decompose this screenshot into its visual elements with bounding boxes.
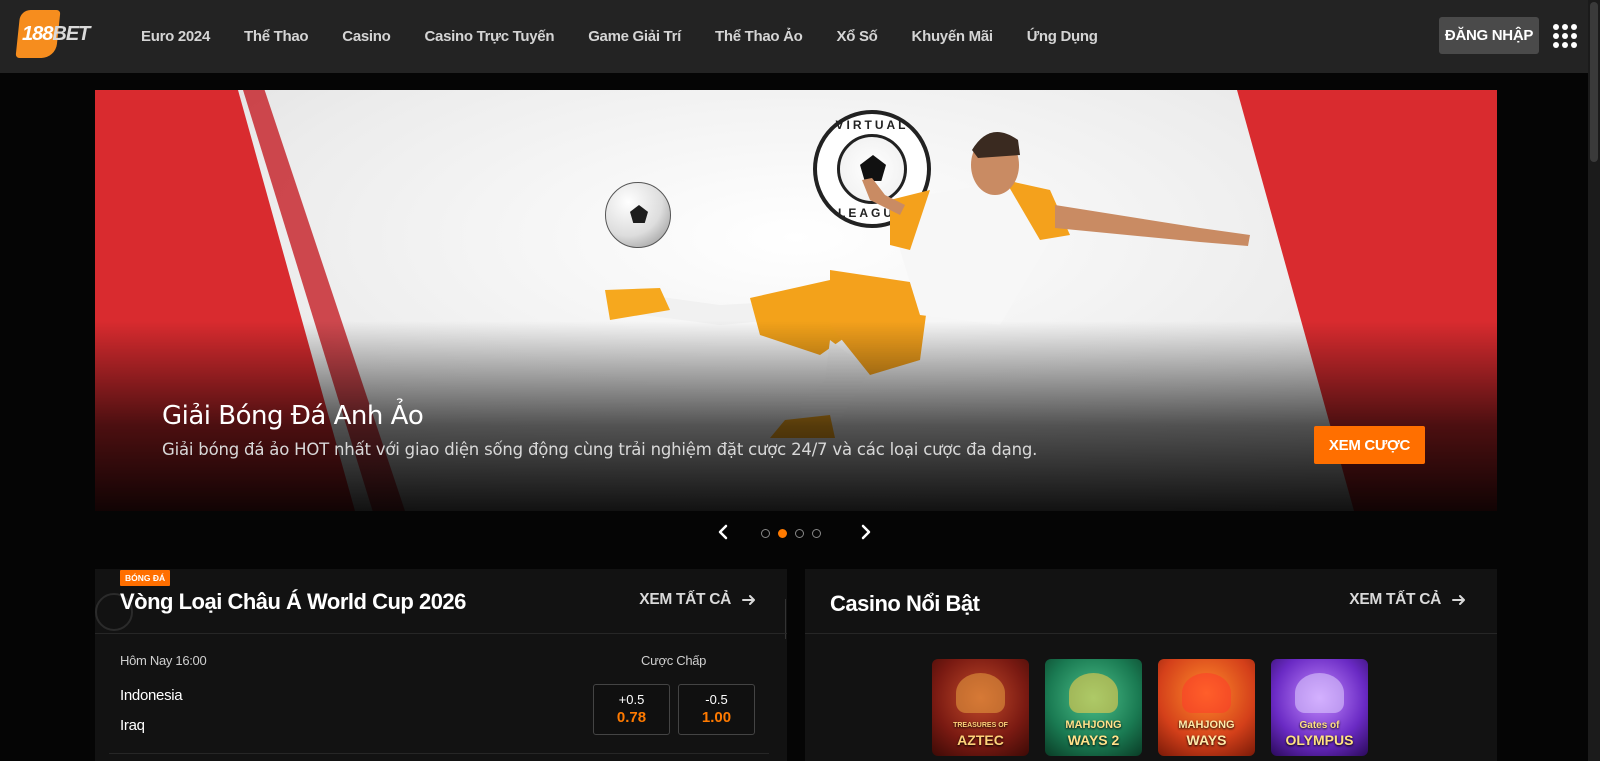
handicap-market-label: Cược Chấp xyxy=(641,653,707,668)
odds-button-away[interactable]: -0.5 1.00 xyxy=(678,684,755,735)
aztec-temple-icon xyxy=(956,673,1005,713)
page-scrollbar[interactable] xyxy=(1588,0,1600,761)
grid-dot xyxy=(1571,24,1577,30)
panel-divider xyxy=(805,633,1497,634)
odds-line: -0.5 xyxy=(705,692,728,707)
game-title: MAHJONG WAYS xyxy=(1158,718,1255,748)
match-time: Hôm Nay 16:00 xyxy=(120,653,207,668)
game-tile-mahjong-ways[interactable]: MAHJONG WAYS xyxy=(1158,659,1255,756)
casino-see-all-link[interactable]: XEM TẤT CẢ xyxy=(1349,591,1467,609)
arrow-right-icon xyxy=(742,595,755,605)
grid-dot xyxy=(1562,24,1568,30)
bet-now-button[interactable]: XEM CƯỢC xyxy=(1314,426,1425,464)
carousel-dot-1[interactable] xyxy=(761,529,770,538)
game-tile-gates-of-olympus[interactable]: Gates of OLYMPUS xyxy=(1271,659,1368,756)
logo-text: 188BET xyxy=(22,23,90,46)
carousel-dot-3[interactable] xyxy=(795,529,804,538)
main-nav: Euro 2024 Thể Thao Casino Casino Trực Tu… xyxy=(141,0,1132,73)
sports-see-all-link[interactable]: XEM TẤT CẢ xyxy=(639,591,757,609)
banner-carousel-controls xyxy=(715,521,875,545)
game-title: TREASURES OF AZTEC xyxy=(932,718,1029,748)
game-title: Gates of OLYMPUS xyxy=(1271,718,1368,748)
grid-dot xyxy=(1571,33,1577,39)
top-navigation-bar: 188BET Euro 2024 Thể Thao Casino Casino … xyxy=(0,0,1600,73)
logo-number: 188 xyxy=(22,23,53,45)
banner-title: Giải Bóng Đá Anh Ảo xyxy=(162,401,424,431)
nav-item-casino[interactable]: Casino xyxy=(342,28,391,45)
brand-logo[interactable]: 188BET xyxy=(15,10,96,60)
game-title-top: Gates of xyxy=(1299,720,1340,731)
grid-dot xyxy=(1553,33,1559,39)
game-tile-treasures-of-aztec[interactable]: TREASURES OF AZTEC xyxy=(932,659,1029,756)
odds-price: 1.00 xyxy=(701,709,732,726)
odds-line: +0.5 xyxy=(618,692,645,707)
logo-word: BET xyxy=(52,23,90,45)
grid-dot xyxy=(1562,33,1568,39)
nav-item-casino-truc-tuyen[interactable]: Casino Trực Tuyến xyxy=(425,28,555,45)
away-team-name[interactable]: Iraq xyxy=(120,717,145,734)
grid-dot xyxy=(1571,42,1577,48)
nav-item-ung-dung[interactable]: Ứng Dụng xyxy=(1027,28,1098,45)
match-row-divider xyxy=(109,753,769,754)
arrow-right-icon xyxy=(1452,595,1465,605)
game-tile-mahjong-ways-2[interactable]: MAHJONG WAYS 2 xyxy=(1045,659,1142,756)
game-title-top: TREASURES OF xyxy=(953,722,1008,729)
nav-item-xo-so[interactable]: Xổ Số xyxy=(837,28,878,45)
chevron-right-icon[interactable] xyxy=(856,523,874,541)
sports-panel: BÓNG ĐÁ Vòng Loại Châu Á World Cup 2026 … xyxy=(95,569,787,761)
sports-panel-title: Vòng Loại Châu Á World Cup 2026 xyxy=(120,589,466,614)
see-all-label: XEM TẤT CẢ xyxy=(639,591,731,608)
odds-price: 0.78 xyxy=(616,709,647,726)
nav-item-euro-2024[interactable]: Euro 2024 xyxy=(141,28,210,45)
chevron-left-icon[interactable] xyxy=(715,523,733,541)
game-title-main: WAYS 2 xyxy=(1067,732,1120,748)
banner-description: Giải bóng đá ảo HOT nhất với giao diện s… xyxy=(162,440,1038,459)
olympus-gate-icon xyxy=(1295,673,1344,713)
game-title-main: WAYS xyxy=(1186,732,1227,748)
dragon-icon xyxy=(1069,673,1118,713)
nav-item-the-thao-ao[interactable]: Thể Thao Ảo xyxy=(715,28,803,45)
nav-item-the-thao[interactable]: Thể Thao xyxy=(244,28,309,45)
carousel-dot-4[interactable] xyxy=(812,529,821,538)
scrollbar-thumb[interactable] xyxy=(1590,2,1598,162)
game-title: MAHJONG WAYS 2 xyxy=(1045,718,1142,748)
grid-dot xyxy=(1562,42,1568,48)
casino-panel: Casino Nổi Bật XEM TẤT CẢ TREASURES OF AZ… xyxy=(805,569,1497,761)
game-title-top: MAHJONG xyxy=(1065,719,1122,731)
login-button[interactable]: ĐĂNG NHẬP xyxy=(1439,17,1539,54)
mahjong-tile-icon xyxy=(1182,673,1231,713)
odds-button-home[interactable]: +0.5 0.78 xyxy=(593,684,670,735)
grid-dots-icon[interactable] xyxy=(1553,24,1577,48)
game-title-main: AZTEC xyxy=(957,732,1004,748)
grid-dot xyxy=(1553,24,1559,30)
carousel-dot-2-active[interactable] xyxy=(778,529,787,538)
sport-category-tag: BÓNG ĐÁ xyxy=(120,570,171,586)
nav-item-khuyen-mai[interactable]: Khuyến Mãi xyxy=(912,28,993,45)
hero-banner[interactable]: VIRTUAL LEAGUE Giải Bóng Đá Anh Ảo Giải … xyxy=(95,90,1497,511)
grid-dot xyxy=(1553,42,1559,48)
game-title-main: OLYMPUS xyxy=(1285,732,1354,748)
game-title-top: MAHJONG xyxy=(1178,719,1235,731)
nav-item-game-giai-tri[interactable]: Game Giải Trí xyxy=(588,28,681,45)
see-all-label: XEM TẤT CẢ xyxy=(1349,591,1441,608)
casino-panel-title: Casino Nổi Bật xyxy=(830,591,980,616)
home-team-name[interactable]: Indonesia xyxy=(120,687,183,704)
panel-divider xyxy=(95,633,787,634)
